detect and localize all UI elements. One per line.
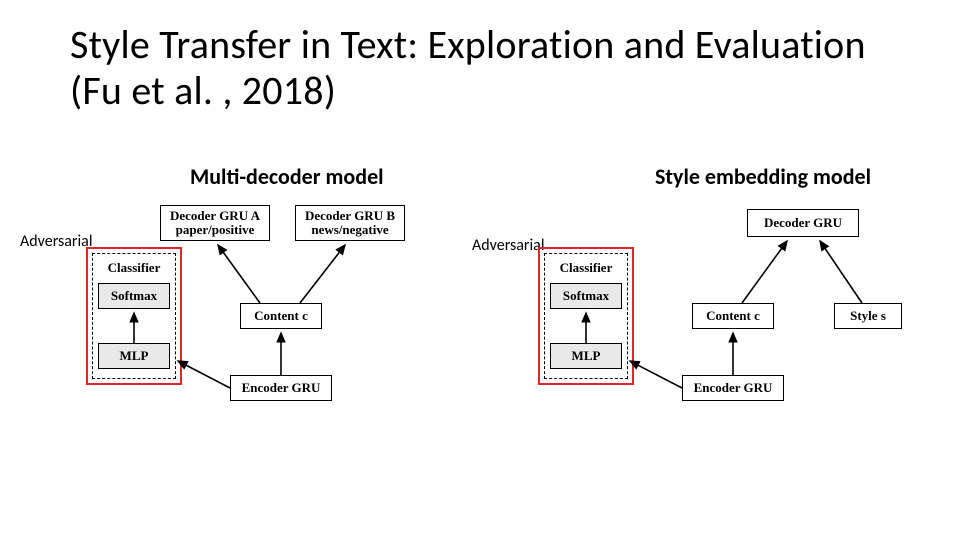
node-softmax-right: Softmax <box>550 283 622 309</box>
decoder-a-line2: paper/positive <box>176 223 255 237</box>
node-decoder-b: Decoder GRU B news/negative <box>295 205 405 241</box>
slide-title: Style Transfer in Text: Exploration and … <box>70 22 900 114</box>
node-encoder-left: Encoder GRU <box>230 375 332 401</box>
node-content-right: Content c <box>692 303 774 329</box>
node-encoder-right: Encoder GRU <box>682 375 784 401</box>
node-decoder-a: Decoder GRU A paper/positive <box>160 205 270 241</box>
adversarial-label-right: Adversarial <box>472 236 545 255</box>
subhead-multi-decoder: Multi-decoder model <box>190 163 384 190</box>
decoder-b-line2: news/negative <box>311 223 388 237</box>
diagram-multi-decoder: Decoder GRU A paper/positive Decoder GRU… <box>100 205 450 415</box>
node-mlp-right: MLP <box>550 343 622 369</box>
node-style-right: Style s <box>834 303 902 329</box>
node-content-left: Content c <box>240 303 322 329</box>
slide: Style Transfer in Text: Exploration and … <box>0 0 960 540</box>
node-softmax-left: Softmax <box>98 283 170 309</box>
decoder-b-line1: Decoder GRU B <box>305 209 395 223</box>
node-classifier-right: Classifier <box>550 258 622 278</box>
decoder-a-line1: Decoder GRU A <box>170 209 260 223</box>
node-classifier-left: Classifier <box>98 258 170 278</box>
node-mlp-left: MLP <box>98 343 170 369</box>
diagram-style-embedding: Decoder GRU Classifier Softmax MLP Conte… <box>552 205 932 415</box>
adversarial-label-left: Adversarial <box>20 232 93 251</box>
subhead-style-embedding: Style embedding model <box>655 163 871 190</box>
node-decoder-right: Decoder GRU <box>747 209 859 237</box>
